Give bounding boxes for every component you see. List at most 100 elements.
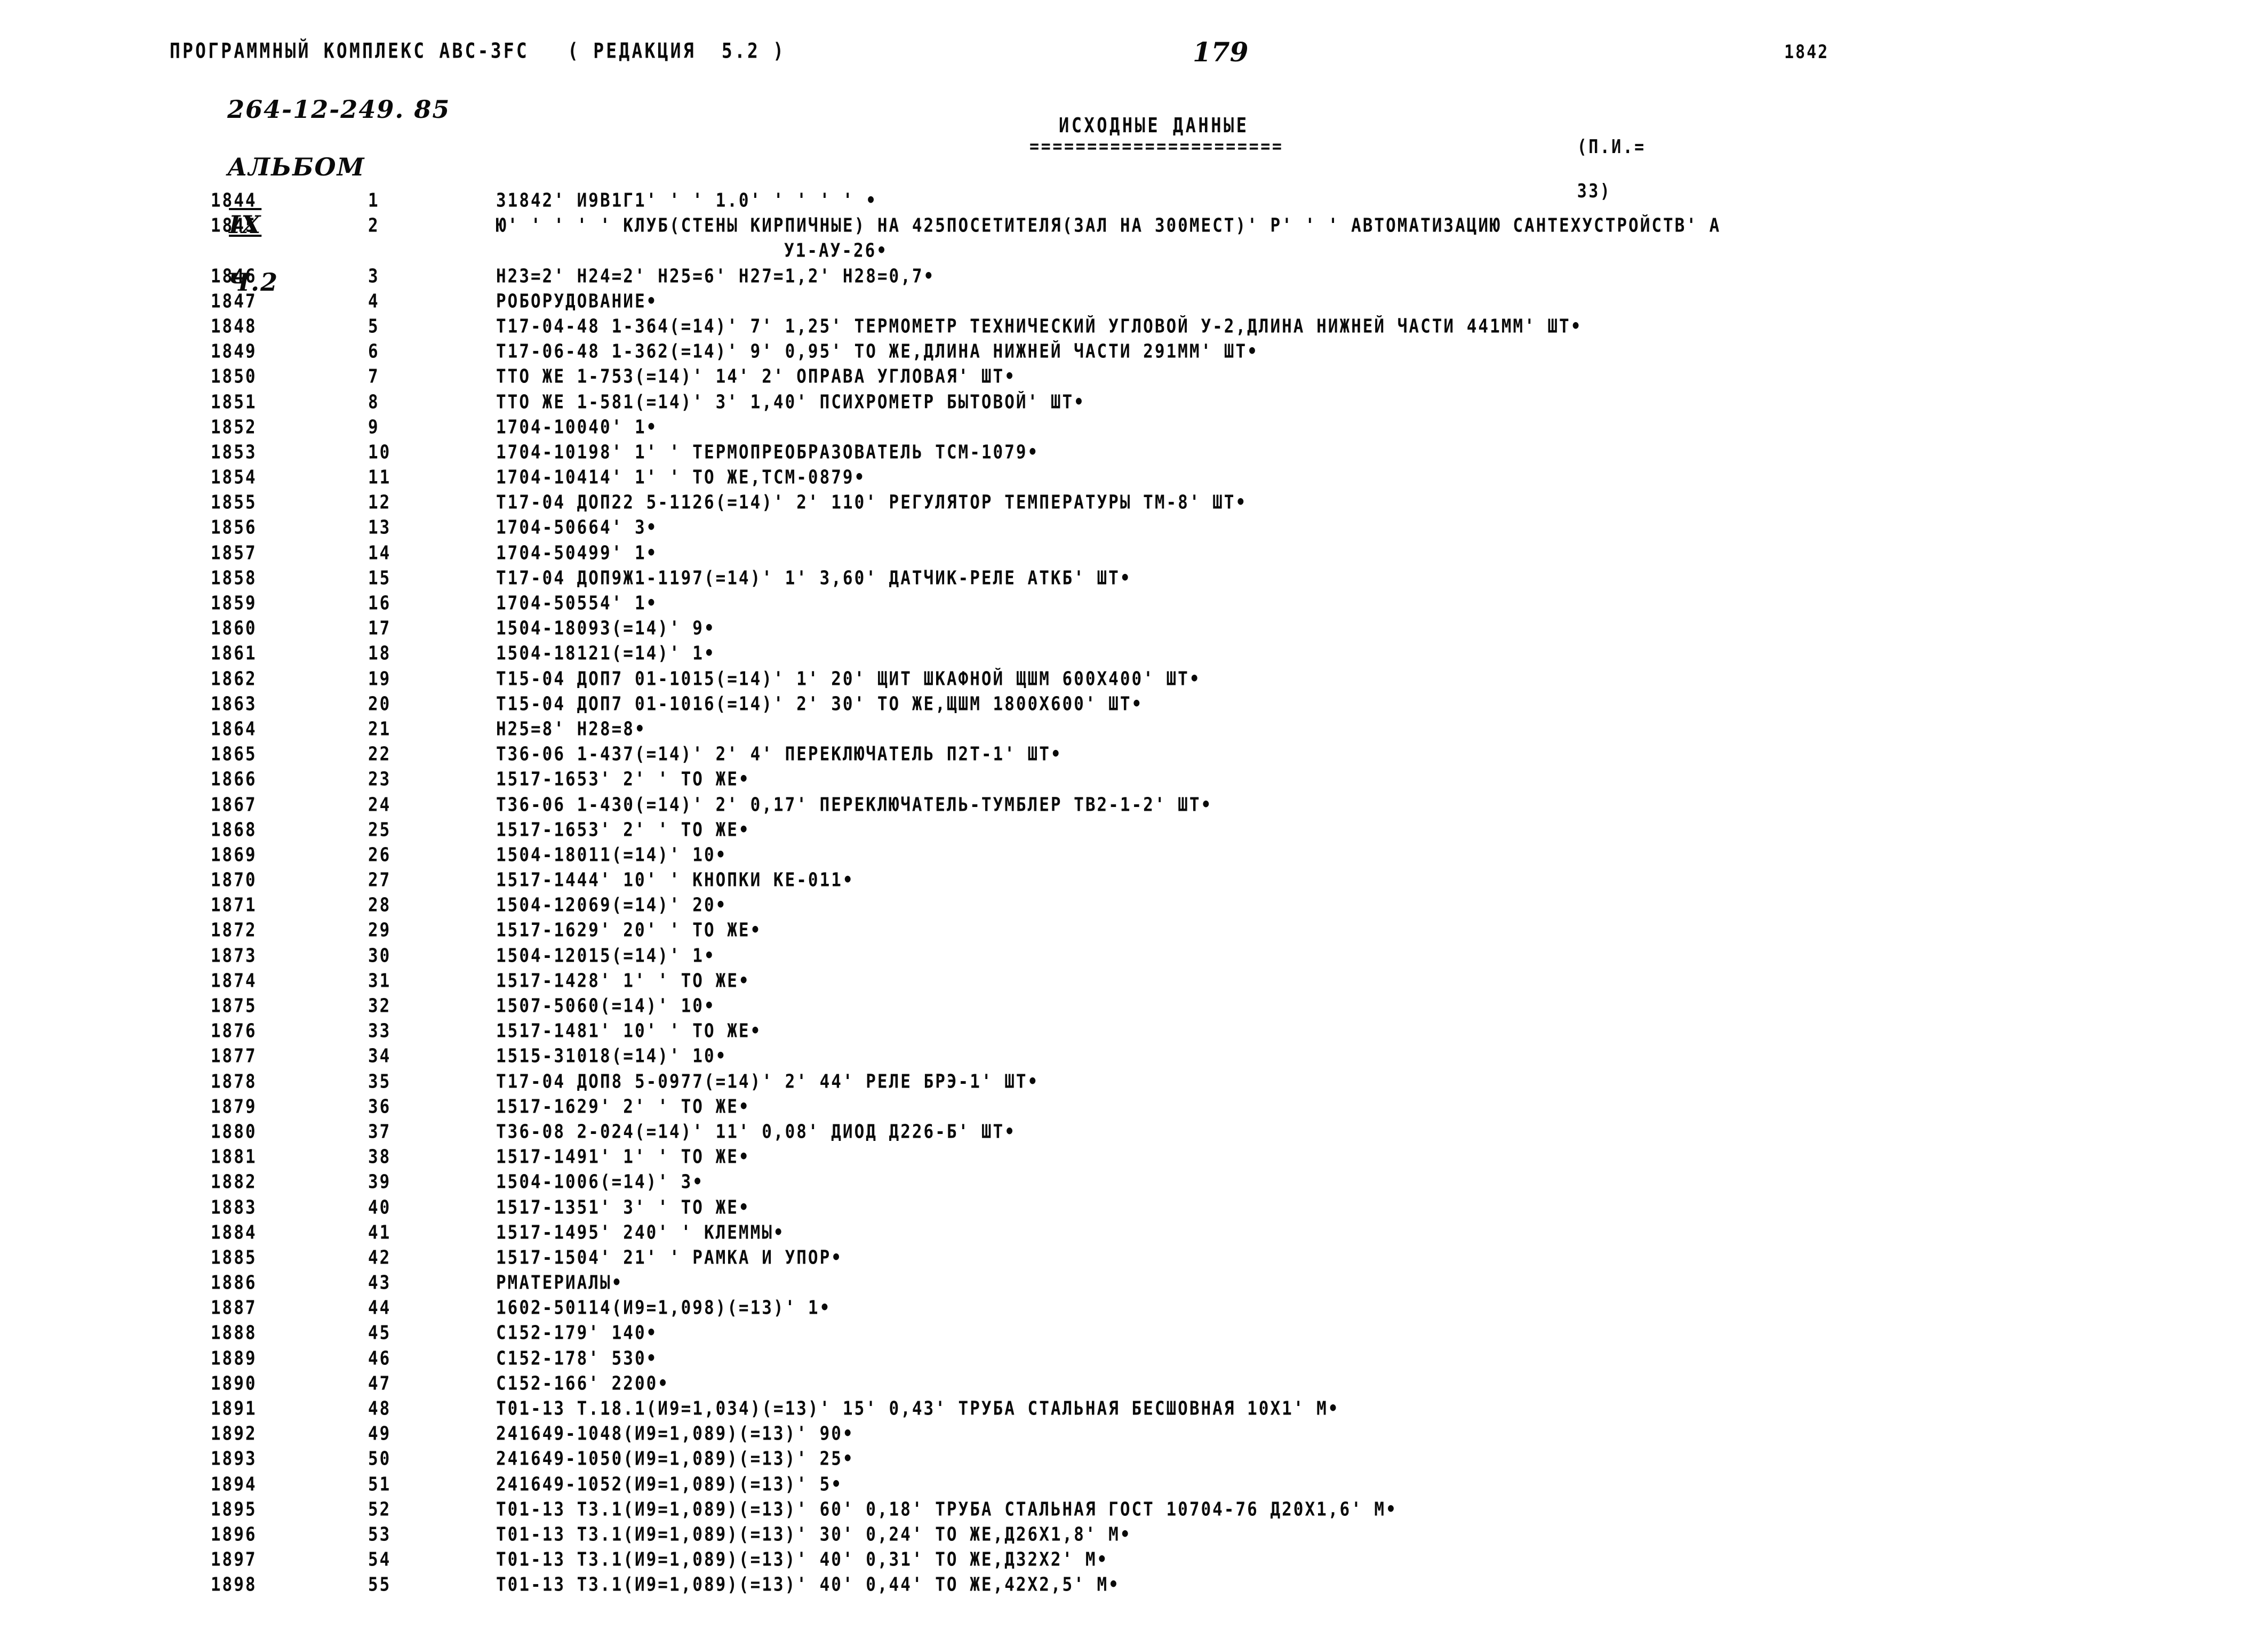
program-complex-line: ПРОГРАММНЫЙ КОМПЛЕКС АВС-3FC ( РЕДАКЦИЯ …	[170, 38, 786, 63]
row-position-number: 28	[368, 894, 392, 917]
row-text: 1515-31018(=14)' 10•	[496, 1045, 728, 1068]
row-position-number: 30	[368, 944, 392, 967]
row-position-number: 4	[368, 290, 380, 313]
row-text: 1504-18011(=14)' 10•	[496, 843, 728, 866]
row-text: Т36-06 1-437(=14)' 2' 4' ПЕРЕКЛЮЧАТЕЛЬ П…	[496, 743, 1063, 765]
row-sequence-number: 1862	[211, 667, 257, 690]
listing-row: 1883 40 1517-1351' 3' ' ТО ЖЕ•	[0, 1196, 2268, 1221]
row-sequence-number: 1878	[211, 1070, 257, 1093]
row-text: 1704-10414' 1' ' ТО ЖЕ,ТСМ-0879•	[496, 466, 866, 489]
listing-row: 1873 30 1504-12015(=14)' 1•	[0, 945, 2268, 970]
listing-row: 1891 48 Т01-13 Т.18.1(И9=1,034)(=13)' 15' …	[0, 1397, 2268, 1423]
row-sequence-number: 1854	[211, 466, 257, 489]
row-text: РОБОРУДОВАНИЕ•	[496, 290, 658, 313]
row-position-number: 13	[368, 516, 392, 539]
listing-row: 1895 52 Т01-13 Т3.1(И9=1,089)(=13)' 60' 0,…	[0, 1498, 2268, 1523]
row-text: 1517-1629' 2' ' ТО ЖЕ•	[496, 1095, 750, 1118]
row-position-number: 23	[368, 768, 392, 791]
listing-row: 1853 10 1704-10198' 1' ' ТЕРМОПРЕОБРАЗОВАТ…	[0, 441, 2268, 466]
row-sequence-number: 1874	[211, 969, 257, 992]
row-position-number: 1	[368, 189, 380, 212]
row-sequence-number: 1887	[211, 1297, 257, 1320]
listing-row: 1875 32 1507-5060(=14)' 10•	[0, 995, 2268, 1020]
row-text: Т01-13 Т3.1(И9=1,089)(=13)' 40' 0,44' ТО…	[496, 1573, 1120, 1596]
row-text: С152-166' 2200•	[496, 1372, 669, 1395]
row-position-number: 2	[368, 214, 380, 237]
pn-label: (П.И.=	[1577, 136, 1646, 158]
row-position-number: 20	[368, 692, 392, 715]
row-text: 1602-50114(И9=1,098)(=13)' 1•	[496, 1297, 832, 1320]
row-text: 1704-50554' 1•	[496, 592, 658, 614]
row-position-number: 3	[368, 265, 380, 287]
row-sequence-number: 1861	[211, 642, 257, 665]
listing-row: 1878 35 Т17-04 ДОП8 5-0977(=14)' 2' 44' РЕ…	[0, 1070, 2268, 1096]
row-position-number: 48	[368, 1397, 392, 1420]
row-position-number: 46	[368, 1347, 392, 1370]
row-position-number: 17	[368, 617, 392, 640]
row-sequence-number: 1875	[211, 995, 257, 1017]
row-text: ТТО ЖЕ 1-581(=14)' 3' 1,40' ПСИХРОМЕТР Б…	[496, 390, 1085, 413]
row-sequence-number: 1865	[211, 743, 257, 765]
row-sequence-number: 1851	[211, 390, 257, 413]
row-text: Т15-04 ДОП7 01-1015(=14)' 1' 20' ЩИТ ШКА…	[496, 667, 1201, 690]
row-position-number: 41	[368, 1221, 392, 1244]
listing-row: 1877 34 1515-31018(=14)' 10•	[0, 1045, 2268, 1070]
row-sequence-number: 1876	[211, 1020, 257, 1042]
row-sequence-number: 1872	[211, 919, 257, 942]
row-position-number: 11	[368, 466, 392, 489]
page-number: 179	[1193, 36, 1249, 68]
listing-row: 1849 6 Т17-06-48 1-362(=14)' 9' 0,95' ТО Ж…	[0, 340, 2268, 365]
row-text: 1704-10040' 1•	[496, 416, 658, 438]
listing-row: 1848 5 Т17-04-48 1-364(=14)' 7' 1,25' ТЕРМ…	[0, 315, 2268, 340]
listing-row: 1844 1 31842' И9В1Г1' ' ' 1.0' ' ' ' ' •	[0, 189, 2268, 214]
section-title: ИСХОДНЫЕ ДАННЫЕ	[1059, 113, 1249, 138]
row-sequence-number: 1846	[211, 265, 257, 287]
row-text: 1517-1653' 2' ' ТО ЖЕ•	[496, 768, 750, 791]
row-sequence-number: 1896	[211, 1523, 257, 1546]
listing-row: 1893 50 241649-1050(И9=1,089)(=13)' 25•	[0, 1448, 2268, 1473]
listing-row: 1888 45 С152-179' 140•	[0, 1322, 2268, 1347]
listing-row: 1884 41 1517-1495' 240' ' КЛЕММЫ•	[0, 1221, 2268, 1247]
listing-row: 1890 47 С152-166' 2200•	[0, 1372, 2268, 1397]
listing-row: 1865 22 Т36-06 1-437(=14)' 2' 4' ПЕРЕКЛЮЧА…	[0, 743, 2268, 768]
row-text: 1704-10198' 1' ' ТЕРМОПРЕОБРАЗОВАТЕЛЬ ТС…	[496, 441, 1040, 464]
row-sequence-number: 1890	[211, 1372, 257, 1395]
row-text: С152-178' 530•	[496, 1347, 658, 1370]
row-sequence-number: 1867	[211, 793, 257, 816]
listing-row: 1894 51 241649-1052(И9=1,089)(=13)' 5•	[0, 1473, 2268, 1498]
row-position-number: 8	[368, 390, 380, 413]
row-position-number: 18	[368, 642, 392, 665]
row-text: Н25=8' Н28=8•	[496, 717, 646, 740]
listing-row: 1898 55 Т01-13 Т3.1(И9=1,089)(=13)' 40' 0,…	[0, 1573, 2268, 1599]
row-sequence-number: 1898	[211, 1573, 257, 1596]
row-sequence-number: 1885	[211, 1246, 257, 1269]
row-text: 1704-50499' 1•	[496, 541, 658, 564]
row-sequence-number: 1855	[211, 491, 257, 514]
listing-row: 1867 24 Т36-06 1-430(=14)' 2' 0,17' ПЕРЕКЛ…	[0, 794, 2268, 819]
listing-row: 1847 4 РОБОРУДОВАНИЕ•	[0, 290, 2268, 315]
row-position-number: 36	[368, 1095, 392, 1118]
title-underline-rule: ======================	[1029, 137, 1284, 157]
row-position-number: 52	[368, 1498, 392, 1521]
listing-row: 1845 2 Ю' ' ' ' ' КЛУБ(СТЕНЫ КИРПИЧНЫЕ) НА…	[0, 214, 2268, 239]
row-position-number: 15	[368, 566, 392, 589]
row-sequence-number: 1891	[211, 1397, 257, 1420]
listing-row: 1868 25 1517-1653' 2' ' ТО ЖЕ•	[0, 819, 2268, 844]
row-text: Т36-06 1-430(=14)' 2' 0,17' ПЕРЕКЛЮЧАТЕЛ…	[496, 793, 1213, 816]
listing-row: 1892 49 241649-1048(И9=1,089)(=13)' 90•	[0, 1423, 2268, 1448]
row-sequence-number: 1844	[211, 189, 257, 212]
row-text: 241649-1052(И9=1,089)(=13)' 5•	[496, 1473, 843, 1496]
row-sequence-number: 1858	[211, 566, 257, 589]
listing-row: 1885 42 1517-1504' 21' ' РАМКА И УПОР•	[0, 1247, 2268, 1272]
row-position-number: 21	[368, 717, 392, 740]
listing-row: 1859 16 1704-50554' 1•	[0, 592, 2268, 617]
row-text: Т15-04 ДОП7 01-1016(=14)' 2' 30' ТО ЖЕ,Щ…	[496, 692, 1144, 715]
row-position-number: 26	[368, 843, 392, 866]
row-position-number: 6	[368, 340, 380, 363]
row-text: 1704-50664' 3•	[496, 516, 658, 539]
listing-row: 1881 38 1517-1491' 1' ' ТО ЖЕ•	[0, 1146, 2268, 1171]
listing-row-continuation: У1-АУ-26•	[0, 239, 2268, 265]
listing-row: 1887 44 1602-50114(И9=1,098)(=13)' 1•	[0, 1297, 2268, 1322]
listing-row: 1858 15 Т17-04 ДОП9Ж1-1197(=14)' 1' 3,60' …	[0, 567, 2268, 592]
row-text: Т17-06-48 1-362(=14)' 9' 0,95' ТО ЖЕ,ДЛИ…	[496, 340, 1259, 363]
